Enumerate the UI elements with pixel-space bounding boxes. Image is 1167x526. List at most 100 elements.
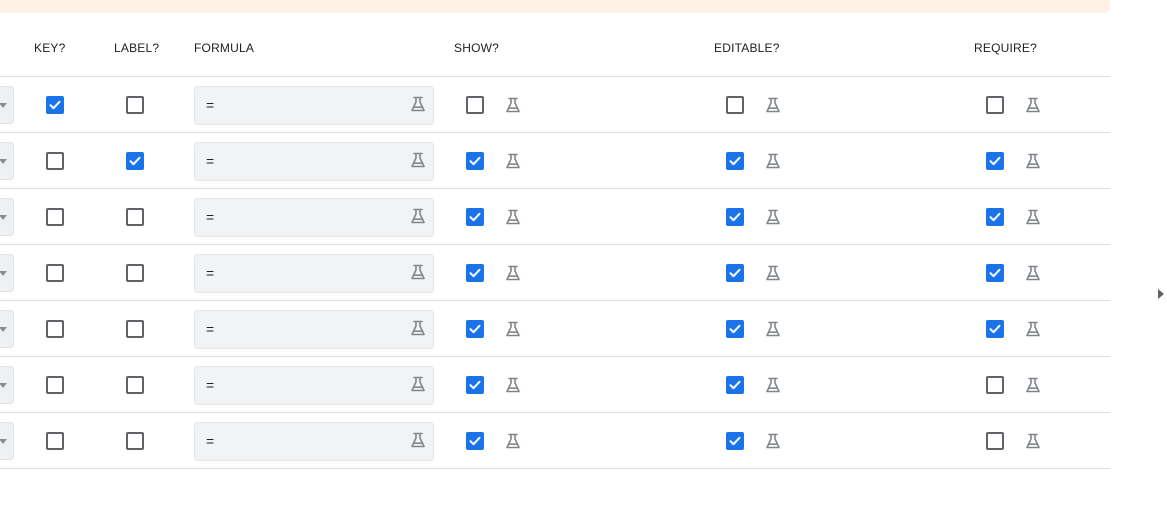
flask-icon[interactable]	[409, 319, 427, 337]
checkmark-icon	[469, 436, 481, 446]
show-checkbox[interactable]	[466, 376, 484, 394]
checkmark-icon	[129, 156, 141, 166]
flask-icon[interactable]	[1024, 152, 1042, 170]
type-dropdown[interactable]	[0, 366, 14, 404]
key-checkbox[interactable]	[46, 376, 64, 394]
flask-icon[interactable]	[1024, 96, 1042, 114]
type-dropdown[interactable]	[0, 198, 14, 236]
flask-icon[interactable]	[504, 152, 522, 170]
label-checkbox[interactable]	[126, 432, 144, 450]
flask-icon[interactable]	[764, 152, 782, 170]
show-checkbox[interactable]	[466, 432, 484, 450]
header-show: SHOW?	[454, 41, 500, 55]
formula-value: =	[206, 265, 215, 281]
header-formula: FORMULA	[194, 41, 255, 55]
key-checkbox[interactable]	[46, 152, 64, 170]
formula-input[interactable]: =	[194, 422, 434, 461]
flask-icon[interactable]	[409, 263, 427, 281]
formula-input[interactable]: =	[194, 86, 434, 125]
formula-input[interactable]: =	[194, 366, 434, 405]
show-checkbox[interactable]	[466, 320, 484, 338]
caret-down-icon	[0, 383, 7, 388]
flask-icon[interactable]	[504, 432, 522, 450]
require-checkbox[interactable]	[986, 376, 1004, 394]
flask-icon[interactable]	[1024, 208, 1042, 226]
flask-icon[interactable]	[409, 151, 427, 169]
caret-down-icon	[0, 439, 7, 444]
key-checkbox[interactable]	[46, 208, 64, 226]
flask-icon[interactable]	[1024, 264, 1042, 282]
formula-value: =	[206, 97, 215, 113]
checkmark-icon	[469, 212, 481, 222]
require-checkbox[interactable]	[986, 264, 1004, 282]
show-checkbox[interactable]	[466, 208, 484, 226]
checkmark-icon	[989, 212, 1001, 222]
formula-input[interactable]: =	[194, 198, 434, 237]
label-checkbox[interactable]	[126, 376, 144, 394]
checkmark-icon	[989, 324, 1001, 334]
flask-icon[interactable]	[764, 96, 782, 114]
flask-icon[interactable]	[764, 432, 782, 450]
checkmark-icon	[729, 380, 741, 390]
flask-icon[interactable]	[764, 264, 782, 282]
require-checkbox[interactable]	[986, 320, 1004, 338]
require-checkbox[interactable]	[986, 152, 1004, 170]
editable-checkbox[interactable]	[726, 376, 744, 394]
require-checkbox[interactable]	[986, 96, 1004, 114]
editable-checkbox[interactable]	[726, 264, 744, 282]
flask-icon[interactable]	[409, 95, 427, 113]
formula-value: =	[206, 377, 215, 393]
formula-input[interactable]: =	[194, 142, 434, 181]
type-dropdown[interactable]	[0, 310, 14, 348]
key-checkbox[interactable]	[46, 264, 64, 282]
table-row: =	[0, 300, 1110, 356]
table-row: =	[0, 188, 1110, 244]
table-row: =	[0, 356, 1110, 412]
show-checkbox[interactable]	[466, 152, 484, 170]
caret-down-icon	[0, 327, 7, 332]
flask-icon[interactable]	[764, 376, 782, 394]
type-dropdown[interactable]	[0, 86, 14, 124]
caret-right-icon[interactable]	[1158, 289, 1164, 299]
flask-icon[interactable]	[764, 208, 782, 226]
checkmark-icon	[729, 156, 741, 166]
flask-icon[interactable]	[409, 431, 427, 449]
flask-icon[interactable]	[1024, 432, 1042, 450]
flask-icon[interactable]	[504, 96, 522, 114]
label-checkbox[interactable]	[126, 208, 144, 226]
show-checkbox[interactable]	[466, 96, 484, 114]
editable-checkbox[interactable]	[726, 96, 744, 114]
formula-input[interactable]: =	[194, 310, 434, 349]
require-checkbox[interactable]	[986, 208, 1004, 226]
label-checkbox[interactable]	[126, 320, 144, 338]
flask-icon[interactable]	[504, 320, 522, 338]
flask-icon[interactable]	[504, 264, 522, 282]
label-checkbox[interactable]	[126, 96, 144, 114]
key-checkbox[interactable]	[46, 320, 64, 338]
key-checkbox[interactable]	[46, 432, 64, 450]
require-checkbox[interactable]	[986, 432, 1004, 450]
editable-checkbox[interactable]	[726, 320, 744, 338]
flask-icon[interactable]	[1024, 320, 1042, 338]
key-checkbox[interactable]	[46, 96, 64, 114]
formula-input[interactable]: =	[194, 254, 434, 293]
label-checkbox[interactable]	[126, 264, 144, 282]
editable-checkbox[interactable]	[726, 208, 744, 226]
label-checkbox[interactable]	[126, 152, 144, 170]
flask-icon[interactable]	[504, 376, 522, 394]
flask-icon[interactable]	[409, 207, 427, 225]
checkmark-icon	[469, 380, 481, 390]
header-label: LABEL?	[114, 41, 160, 55]
show-checkbox[interactable]	[466, 264, 484, 282]
type-dropdown[interactable]	[0, 142, 14, 180]
flask-icon[interactable]	[504, 208, 522, 226]
type-dropdown[interactable]	[0, 422, 14, 460]
flask-icon[interactable]	[409, 375, 427, 393]
table-row: =	[0, 244, 1110, 300]
type-dropdown[interactable]	[0, 254, 14, 292]
editable-checkbox[interactable]	[726, 432, 744, 450]
checkmark-icon	[729, 268, 741, 278]
flask-icon[interactable]	[764, 320, 782, 338]
editable-checkbox[interactable]	[726, 152, 744, 170]
flask-icon[interactable]	[1024, 376, 1042, 394]
